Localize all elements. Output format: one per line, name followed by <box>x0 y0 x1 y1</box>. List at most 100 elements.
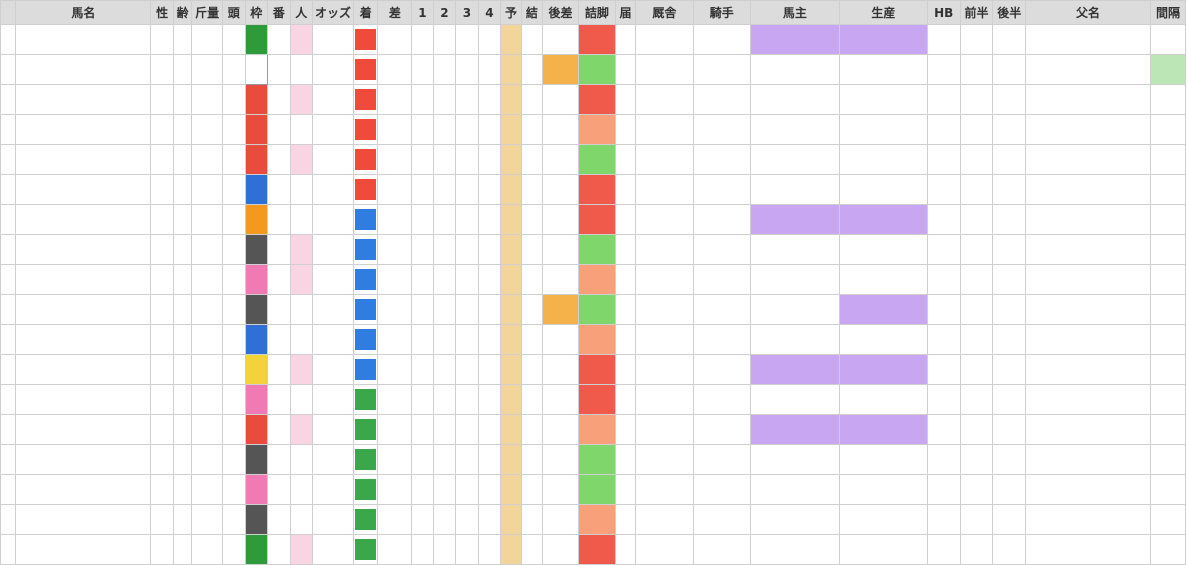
table-row[interactable] <box>0 294 1187 325</box>
late-diff-cell <box>542 384 579 415</box>
table-row[interactable] <box>0 444 1187 475</box>
table-row[interactable] <box>0 84 1187 115</box>
horse-name-link[interactable] <box>15 264 152 295</box>
horse-name-link[interactable] <box>15 384 152 415</box>
first-half-mark <box>959 324 994 355</box>
late-diff-cell <box>542 444 579 475</box>
late-diff-cell <box>542 474 579 505</box>
header-cell[interactable]: 2 <box>432 0 457 25</box>
horse-name-link[interactable] <box>15 474 152 505</box>
stable-cell <box>635 24 694 55</box>
field-size-cell <box>222 324 246 355</box>
horse-name-link[interactable] <box>15 234 152 265</box>
header-cell[interactable]: 厩舎 <box>635 0 694 25</box>
horse-name-link[interactable] <box>15 24 152 55</box>
header-cell[interactable]: 騎手 <box>692 0 751 25</box>
table-row[interactable] <box>0 234 1187 265</box>
header-cell[interactable]: 馬名 <box>15 0 152 25</box>
header-cell[interactable]: 後半 <box>992 0 1027 25</box>
corner2-cell <box>432 114 457 145</box>
horse-name-link[interactable] <box>15 114 152 145</box>
second-half-mark <box>992 84 1027 115</box>
predicted-style <box>500 384 522 415</box>
horse-name-link[interactable] <box>15 174 152 205</box>
table-row[interactable] <box>0 264 1187 295</box>
horse-name-link[interactable] <box>15 444 152 475</box>
table-row[interactable] <box>0 24 1187 55</box>
header-cell[interactable]: 番 <box>267 0 291 25</box>
frame-number <box>244 204 268 235</box>
header-cell[interactable]: 1 <box>411 0 434 25</box>
table-row[interactable] <box>0 504 1187 535</box>
table-row[interactable] <box>0 414 1187 445</box>
hb-mark <box>926 54 961 85</box>
header-cell[interactable]: 結 <box>520 0 544 25</box>
horse-name-link[interactable] <box>15 204 152 235</box>
hb-mark <box>926 24 961 55</box>
track-condition <box>0 54 17 85</box>
first-half-mark <box>959 384 994 415</box>
header-cell[interactable]: 間隔 <box>1149 0 1187 25</box>
table-row[interactable] <box>0 384 1187 415</box>
frame-number <box>244 264 268 295</box>
header-cell[interactable]: 着 <box>352 0 379 25</box>
region-cell <box>614 114 637 145</box>
header-cell[interactable]: 父名 <box>1025 0 1151 25</box>
table-row[interactable] <box>0 174 1187 205</box>
horse-name-link[interactable] <box>15 84 152 115</box>
late-diff-cell <box>542 24 579 55</box>
corner3-cell <box>455 84 479 115</box>
horse-name-link[interactable] <box>15 504 152 535</box>
table-row[interactable] <box>0 354 1187 385</box>
age-cell <box>172 204 193 235</box>
corner2-cell <box>432 174 457 205</box>
corner3-cell <box>455 534 479 565</box>
horse-name-link[interactable] <box>15 144 152 175</box>
header-cell[interactable]: 前半 <box>959 0 994 25</box>
horse-name-link[interactable] <box>15 534 152 565</box>
corner4-cell <box>477 504 502 535</box>
header-cell[interactable]: 詰脚 <box>577 0 616 25</box>
header-cell[interactable]: 齢 <box>172 0 193 25</box>
horse-name-link[interactable] <box>15 294 152 325</box>
horse-name-link[interactable] <box>15 324 152 355</box>
header-cell[interactable]: 人 <box>289 0 313 25</box>
header-cell[interactable]: 差 <box>377 0 413 25</box>
header-cell[interactable]: 後差 <box>542 0 579 25</box>
header-cell[interactable]: 枠 <box>244 0 268 25</box>
header-cell[interactable]: 予 <box>500 0 522 25</box>
table-row[interactable] <box>0 114 1187 145</box>
finish-position <box>352 384 379 415</box>
table-row[interactable] <box>0 144 1187 175</box>
owner-cell <box>749 534 840 565</box>
table-row[interactable] <box>0 204 1187 235</box>
header-cell[interactable]: 性 <box>150 0 174 25</box>
finish-badge <box>354 539 377 560</box>
header-cell[interactable]: 頭 <box>222 0 246 25</box>
corner3-cell <box>455 234 479 265</box>
sex-cell <box>150 534 174 565</box>
header-cell[interactable]: オッズ <box>312 0 354 25</box>
table-row[interactable] <box>0 54 1187 85</box>
header-cell[interactable]: 3 <box>455 0 479 25</box>
weight-cell <box>191 504 223 535</box>
stable-cell <box>635 324 694 355</box>
sex-cell <box>150 444 174 475</box>
horse-name-link[interactable] <box>15 354 152 385</box>
first-half-mark <box>959 174 994 205</box>
horse-name-link[interactable] <box>15 54 152 85</box>
closing-speed-cell <box>577 54 616 85</box>
table-row[interactable] <box>0 324 1187 355</box>
table-row[interactable] <box>0 534 1187 565</box>
header-cell[interactable]: 4 <box>477 0 502 25</box>
horse-name-link[interactable] <box>15 414 152 445</box>
header-cell[interactable]: 斤量 <box>191 0 223 25</box>
header-cell[interactable]: 届 <box>614 0 637 25</box>
header-cell[interactable]: 馬主 <box>749 0 840 25</box>
header-cell[interactable]: 生産 <box>838 0 928 25</box>
owner-cell <box>749 354 840 385</box>
age-cell <box>172 444 193 475</box>
predicted-style <box>500 414 522 445</box>
header-cell[interactable]: HB <box>926 0 961 25</box>
table-row[interactable] <box>0 474 1187 505</box>
